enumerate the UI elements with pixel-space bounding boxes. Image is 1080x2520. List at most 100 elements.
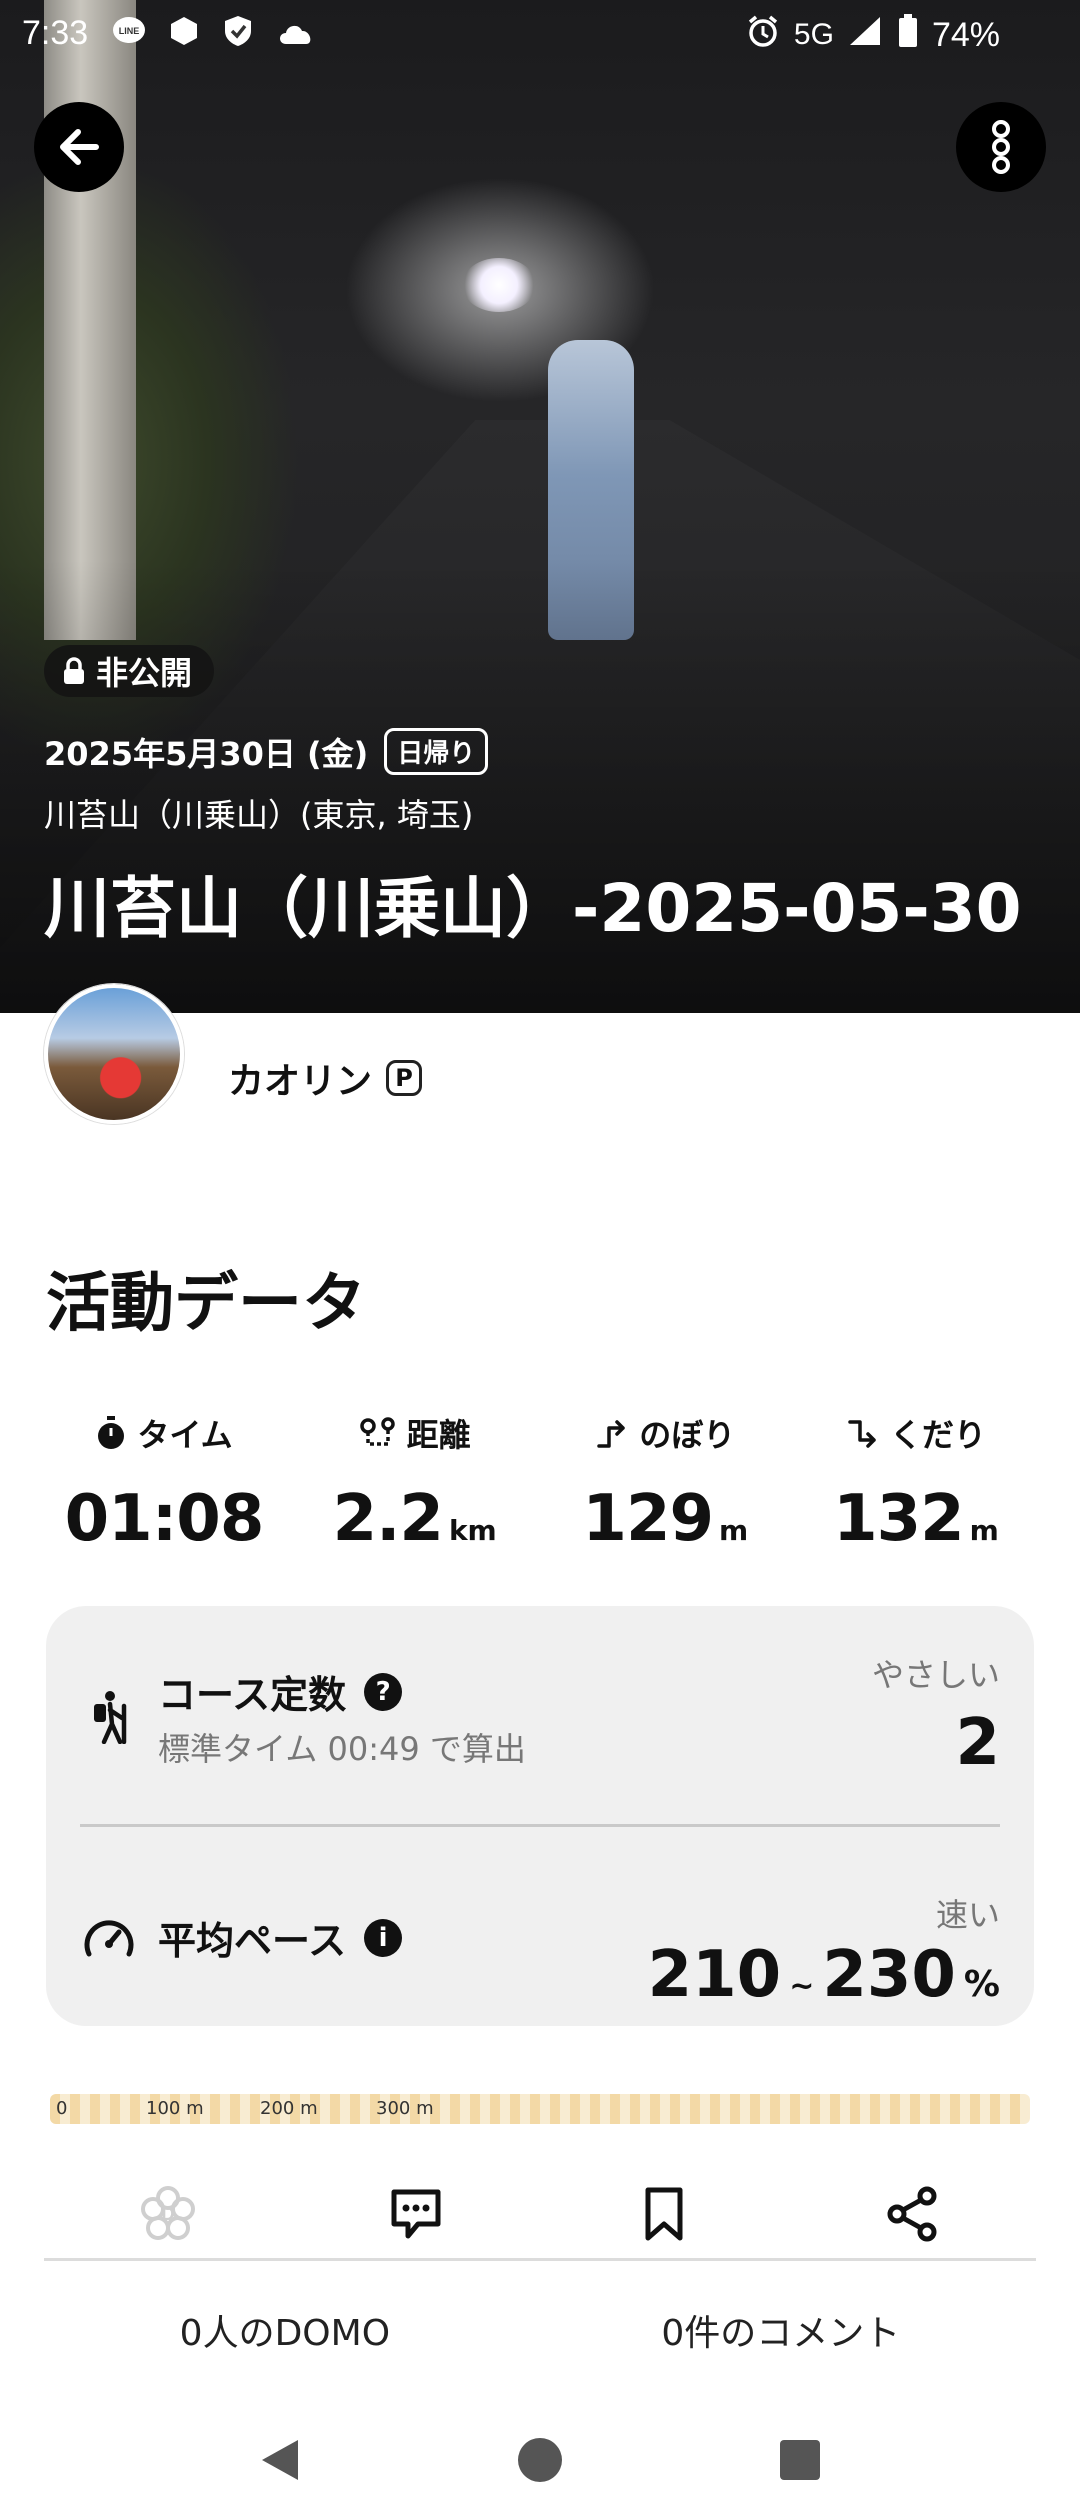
pace-label-wrap: 平均ペース i (158, 1910, 403, 1965)
nav-back-button[interactable] (250, 2430, 310, 2490)
map-scale-0: 0 (56, 2098, 68, 2119)
svg-text:LINE: LINE (119, 26, 140, 36)
pace-low: 210 (647, 1938, 782, 2012)
status-notification-icons: LINE (112, 14, 316, 56)
app-icon (168, 15, 200, 55)
stat-time: タイム 01:08 (44, 1408, 284, 1558)
network-label: 5G (793, 18, 834, 51)
triangle-back-icon (262, 2440, 298, 2480)
hero-photo: 7:33 LINE 5G 74% 非公開 2025年5月30日 (金) 日帰り … (0, 0, 1080, 1013)
nav-home-button[interactable] (510, 2430, 570, 2490)
map-scale-100: 100 m (146, 2098, 204, 2119)
status-bar: 7:33 LINE 5G 74% (0, 0, 1080, 66)
battery-percent: 74% (931, 15, 1000, 54)
stat-distance-value-row: 2.2 km (333, 1482, 497, 1556)
more-options-button[interactable] (956, 102, 1046, 192)
user-name: カオリン (228, 1061, 373, 1102)
stat-ascent: のぼり 129 m (545, 1408, 785, 1558)
descent-icon (848, 1420, 876, 1448)
pace-speed-tag: 速い (935, 1896, 1000, 1934)
stat-descent-unit: m (969, 1514, 999, 1547)
course-sub: 標準タイム 00:49 で算出 (158, 1730, 526, 1768)
stat-time-header: タイム (95, 1408, 233, 1458)
average-pace-row[interactable]: 平均ペース i 速い 210 ~ 230 % (46, 1826, 1034, 2026)
status-system-icons: 5G 74% (746, 14, 1000, 56)
stat-descent: くだり 132 m (796, 1408, 1036, 1558)
battery-icon (898, 14, 918, 56)
cloud-icon (276, 17, 316, 54)
circle-home-icon (518, 2438, 562, 2482)
pace-unit: % (963, 1964, 1000, 2005)
pace-value: 210 ~ 230 % (648, 1938, 1000, 2012)
pace-tilde: ~ (789, 1969, 815, 2004)
pace-label: 平均ペース (158, 1919, 347, 1963)
system-nav-bar (0, 2400, 1080, 2520)
more-vertical-icon (992, 120, 1010, 174)
course-pace-card: コース定数 ? 標準タイム 00:49 で算出 やさしい 2 平均ペース i 速… (46, 1606, 1034, 2026)
signal-icon (848, 15, 884, 55)
stat-distance-header: 距離 (359, 1408, 471, 1458)
reaction-counts: 0人のDOMO 0件のコメント (44, 2304, 1036, 2356)
shield-check-icon (222, 14, 254, 56)
stat-ascent-value-row: 129 m (582, 1482, 748, 1556)
arrow-left-icon (60, 129, 99, 165)
stat-descent-value: 132 (833, 1482, 965, 1556)
stat-descent-value-row: 132 m (833, 1482, 999, 1556)
map-scale-200: 200 m (260, 2098, 318, 2119)
stat-distance: 距離 2.2 km (295, 1408, 535, 1558)
course-label-wrap: コース定数 ? (158, 1664, 403, 1719)
stat-time-label: タイム (137, 1416, 233, 1454)
stat-time-value-row: 01:08 (64, 1482, 265, 1556)
speedometer-icon (82, 1910, 136, 1964)
domo-flower-icon: D (141, 2186, 195, 2240)
trip-type-tag: 日帰り (384, 728, 489, 775)
alarm-icon (746, 14, 780, 56)
hiker-icon (82, 1690, 136, 1744)
hero-bg-headlamp (462, 258, 536, 312)
comment-icon (391, 2189, 441, 2239)
section-title: 活動データ (46, 1267, 366, 1341)
stat-ascent-header: のぼり (595, 1408, 735, 1458)
activity-date-line: 2025年5月30日 (金) 日帰り (44, 728, 489, 775)
private-badge: 非公開 (44, 645, 215, 697)
domo-button[interactable]: D (118, 2164, 218, 2264)
stat-ascent-value: 129 (582, 1482, 714, 1556)
private-label: 非公開 (96, 654, 193, 692)
activity-date: 2025年5月30日 (金) (44, 734, 369, 773)
line-icon: LINE (112, 16, 146, 54)
activity-stats: タイム 01:08 距離 2.2 km のぼり 129 m くだり 132 m (44, 1408, 1036, 1558)
info-icon[interactable]: i (364, 1918, 403, 1957)
comment-count[interactable]: 0件のコメント (661, 2304, 900, 2356)
premium-icon: P (386, 1060, 423, 1096)
stat-ascent-label: のぼり (639, 1416, 736, 1454)
hero-bg-pole (44, 0, 136, 640)
domo-count[interactable]: 0人のDOMO (180, 2304, 390, 2356)
activity-title: 川苔山（川乗山）-2025-05-30 (44, 870, 1022, 947)
nav-recents-button[interactable] (770, 2430, 830, 2490)
action-buttons: D (44, 2164, 1036, 2264)
comment-button[interactable] (366, 2164, 466, 2264)
avatar[interactable] (44, 984, 184, 1124)
map-preview[interactable]: 0 100 m 200 m 300 m (50, 2094, 1030, 2124)
square-recents-icon (780, 2440, 820, 2480)
lock-icon (64, 657, 84, 684)
ascent-icon (597, 1420, 626, 1448)
stat-distance-unit: km (448, 1514, 497, 1547)
course-constant-row[interactable]: コース定数 ? 標準タイム 00:49 で算出 やさしい 2 (46, 1606, 1034, 1824)
share-icon (887, 2186, 937, 2242)
user-name-row[interactable]: カオリン P (228, 1052, 423, 1104)
activity-location[interactable]: 川苔山（川乗山）(東京, 埼玉) (44, 790, 473, 836)
stat-descent-header: くだり (846, 1408, 986, 1458)
stat-time-value: 01:08 (64, 1482, 265, 1556)
course-constant-value: 2 (955, 1706, 1000, 1780)
help-icon[interactable]: ? (364, 1672, 403, 1711)
status-time: 7:33 (22, 14, 89, 52)
action-divider (44, 2258, 1036, 2261)
stat-descent-label: くだり (889, 1416, 986, 1454)
course-label: コース定数 (158, 1673, 347, 1717)
share-button[interactable] (862, 2164, 962, 2264)
bookmark-button[interactable] (614, 2164, 714, 2264)
back-button[interactable] (34, 102, 124, 192)
stat-ascent-unit: m (719, 1514, 749, 1547)
stat-distance-value: 2.2 (332, 1482, 444, 1556)
